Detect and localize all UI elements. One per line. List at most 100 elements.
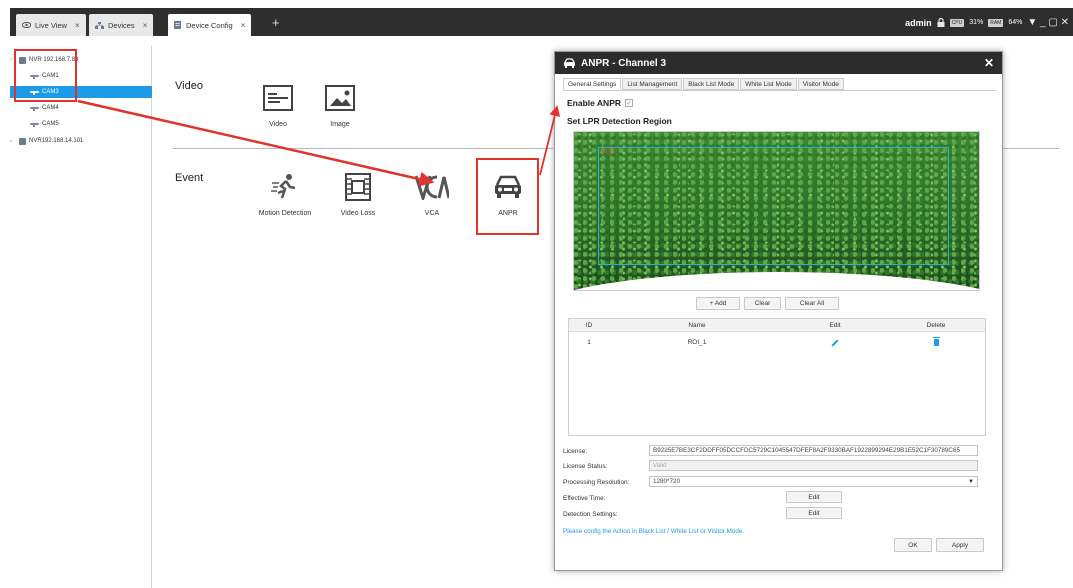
- tab-list-management[interactable]: List Management: [622, 78, 683, 90]
- devices-icon: [95, 21, 104, 29]
- cpu-value: 31%: [969, 19, 984, 26]
- feature-vca[interactable]: VCA: [397, 170, 467, 217]
- enable-anpr-checkbox[interactable]: ✓: [625, 99, 634, 107]
- column-header: Edit: [829, 322, 841, 329]
- section-title-video: Video: [175, 80, 203, 92]
- dropdown-caret-icon[interactable]: ▼: [968, 479, 974, 485]
- table-row[interactable]: 1 ROI_1: [569, 336, 985, 350]
- license-status-label: License Status:: [563, 463, 608, 470]
- dialog-title-bar[interactable]: ANPR - Channel 3 ✕: [555, 52, 1002, 74]
- device-tree: ▿ NVR 192.168.7.83 CAM1 CAM3 CAM4 CAM5 ▹…: [10, 46, 152, 588]
- feature-video[interactable]: Video: [243, 81, 313, 128]
- column-header: Delete: [926, 322, 946, 329]
- vca-icon: [415, 175, 449, 200]
- enable-anpr-row: Enable ANPR ✓: [567, 98, 634, 108]
- selected-value: 1280*720: [653, 478, 680, 485]
- tab-device-config[interactable]: Device Config ×: [168, 14, 252, 36]
- feature-label: Video Loss: [340, 210, 376, 217]
- lock-icon[interactable]: [937, 18, 945, 27]
- ram-value: 64%: [1008, 19, 1023, 26]
- top-bar: Live View × Devices × Device Config × + …: [10, 8, 1073, 36]
- image-settings-icon: [325, 85, 355, 111]
- feature-label: ANPR: [498, 210, 518, 217]
- tree-item-label: NVR192.168.14.101: [29, 138, 84, 144]
- tab-divider: [563, 90, 996, 91]
- car-icon: [564, 58, 575, 68]
- config-note: Please config the Action in Black List /…: [563, 528, 745, 535]
- feature-label: Motion Detection: [258, 210, 312, 217]
- detection-settings-edit-button[interactable]: Edit: [786, 507, 842, 519]
- row-name: ROI_1: [687, 339, 707, 346]
- ram-chip: RAM: [988, 18, 1004, 27]
- feature-motion-detection[interactable]: Motion Detection: [250, 170, 320, 217]
- roi-table: ID Name Edit Delete 1 ROI_1: [568, 318, 986, 436]
- license-status-field: Valid: [649, 460, 978, 471]
- tab-white-list-mode[interactable]: White List Mode: [740, 78, 797, 90]
- detection-settings-label: Detection Settings:: [563, 511, 618, 518]
- processing-resolution-select[interactable]: 1280*720 ▼: [649, 476, 978, 487]
- close-icon[interactable]: ✕: [984, 56, 994, 70]
- camera-icon: [30, 122, 39, 127]
- anpr-dialog: ANPR - Channel 3 ✕ General Settings List…: [554, 51, 1003, 571]
- enable-anpr-label: Enable ANPR: [567, 98, 622, 108]
- tab-visitor-mode[interactable]: Visitor Mode: [797, 78, 844, 90]
- tab-devices[interactable]: Devices ×: [89, 14, 154, 36]
- section-divider: [173, 148, 553, 149]
- ok-button[interactable]: OK: [894, 538, 932, 552]
- eye-icon: [22, 22, 31, 28]
- tab-label: Device Config: [186, 20, 233, 30]
- feature-label: Image: [330, 121, 350, 128]
- close-icon[interactable]: ×: [241, 21, 246, 30]
- feature-image[interactable]: Image: [305, 81, 375, 128]
- feature-anpr[interactable]: ANPR: [473, 170, 543, 217]
- close-icon[interactable]: ×: [75, 21, 80, 30]
- tab-live-view[interactable]: Live View ×: [16, 14, 86, 36]
- tab-black-list-mode[interactable]: Black List Mode: [683, 78, 740, 90]
- camera-icon: [30, 106, 39, 111]
- license-field[interactable]: B9225E7BE3CF2DDFF05DCCFDC5729C1045547DFE…: [649, 445, 978, 456]
- table-header: ID Name Edit Delete: [569, 319, 985, 332]
- processing-resolution-label: Processing Resolution:: [563, 479, 630, 486]
- row-id: 1: [587, 339, 591, 346]
- add-tab-button[interactable]: +: [272, 16, 280, 30]
- roi-overlay-label: ROI_1: [602, 149, 617, 155]
- window-controls[interactable]: ▼ _ ▢ ✕: [1027, 17, 1069, 28]
- motion-detection-icon: [271, 174, 296, 199]
- detection-region-label: Set LPR Detection Region: [567, 116, 672, 126]
- license-label: License:: [563, 448, 588, 455]
- close-icon[interactable]: ×: [143, 21, 148, 30]
- feature-video-loss[interactable]: Video Loss: [323, 170, 393, 217]
- edit-pencil-icon[interactable]: [785, 336, 885, 349]
- tree-item-cam5[interactable]: CAM5: [10, 118, 152, 130]
- column-header: Name: [688, 322, 706, 329]
- add-button[interactable]: + Add: [696, 297, 740, 310]
- tab-label: Live View: [35, 20, 67, 30]
- tab-label: Devices: [108, 20, 135, 30]
- app-window: Live View × Devices × Device Config × + …: [0, 0, 1073, 588]
- tree-item-nvr-2[interactable]: ▹ NVR192.168.14.101: [10, 135, 152, 147]
- video-preview[interactable]: ROI_1: [573, 131, 980, 291]
- tab-general-settings[interactable]: General Settings: [563, 78, 622, 90]
- video-settings-icon: [263, 85, 293, 111]
- column-header: ID: [585, 322, 593, 329]
- tree-item-label: CAM4: [42, 105, 59, 111]
- tree-item-cam4[interactable]: CAM4: [10, 102, 152, 114]
- roi-region[interactable]: [598, 147, 949, 265]
- anpr-car-icon: [495, 175, 521, 198]
- clear-button[interactable]: Clear: [744, 297, 781, 310]
- apply-button[interactable]: Apply: [936, 538, 984, 552]
- cpu-chip: CPU: [949, 18, 965, 27]
- effective-time-edit-button[interactable]: Edit: [786, 491, 842, 503]
- dialog-tabs: General Settings List Management Black L…: [563, 78, 844, 90]
- clear-all-button[interactable]: Clear All: [785, 297, 839, 310]
- feature-label: Video: [269, 121, 287, 128]
- effective-time-label: Effective Time:: [563, 495, 606, 502]
- delete-trash-icon[interactable]: [885, 336, 987, 349]
- video-loss-icon: [345, 173, 371, 201]
- dialog-title: ANPR - Channel 3: [581, 57, 667, 69]
- feature-label: VCA: [424, 210, 440, 217]
- section-title-event: Event: [175, 172, 204, 184]
- nvr-icon: [19, 137, 26, 145]
- username[interactable]: admin: [905, 18, 932, 28]
- chevron-right-icon[interactable]: ▹: [10, 138, 16, 144]
